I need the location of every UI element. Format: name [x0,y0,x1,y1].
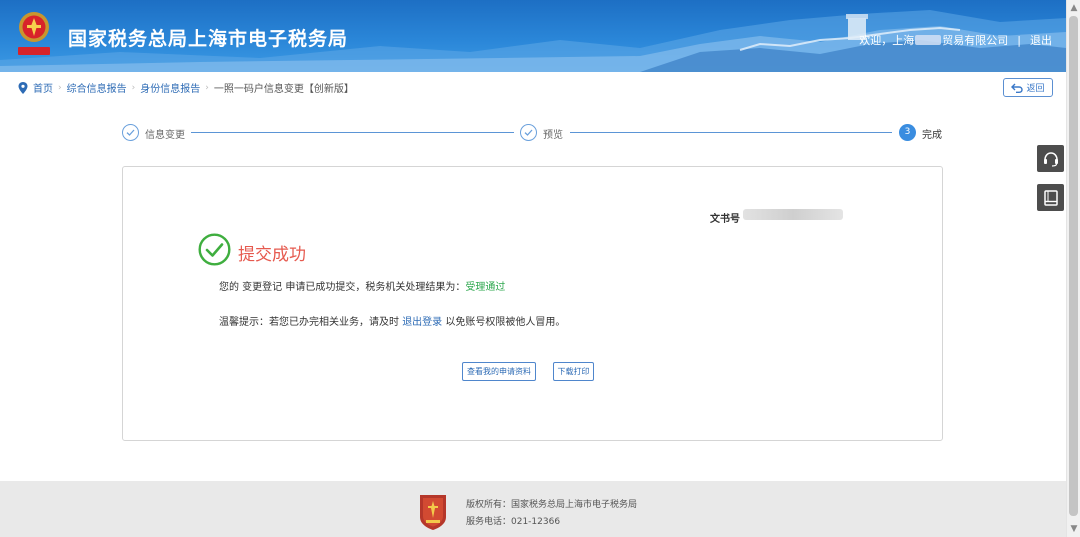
return-arrow-icon [1011,83,1024,93]
success-check-icon [198,233,231,266]
reminder-tip: 温馨提示：若您已办完相关业务，请及时 退出登录 以免账号权限被他人冒用。 [219,313,565,328]
step-2-label: 预览 [543,130,563,141]
site-footer: 版权所有：国家税务总局上海市电子税务局 服务电话：021-12366 [0,481,1066,537]
location-pin-icon [18,81,28,94]
step-2-check-icon [520,124,537,141]
step-1-label: 信息变更 [145,130,185,141]
customer-service-button[interactable] [1037,145,1064,172]
user-manual-button[interactable] [1037,184,1064,211]
vertical-scrollbar[interactable]: ▲ ▼ [1066,0,1080,537]
site-header: 国家税务总局上海市电子税务局 欢迎，上海 贸易有限公司 | 退出 [0,0,1066,72]
welcome-text: 欢迎，上海 [859,34,915,47]
return-button-label: 返回 [1026,84,1045,94]
view-application-button[interactable]: 查看我的申请资料 [462,362,536,381]
breadcrumb: 首页 › 综合信息报告 › 身份信息报告 › 一照一码户信息变更【创新版】 [18,80,354,95]
breadcrumb-comprehensive-report[interactable]: 综合信息报告 [67,80,127,95]
footer-copyright: 版权所有：国家税务总局上海市电子税务局 [466,500,638,510]
step-3-number-badge: 3 [899,124,916,141]
breadcrumb-arrow-icon: › [205,82,209,93]
redacted-company-name [915,35,942,45]
headset-icon [1043,151,1058,167]
logout-link[interactable]: 退出 [1030,32,1052,48]
success-title: 提交成功 [238,245,306,265]
logout-login-link[interactable]: 退出登录 [402,317,442,328]
step-connector-line [191,132,514,133]
footer-hotline: 服务电话：021-12366 [466,517,561,527]
step-connector-line [570,132,892,133]
tax-emblem-logo [18,12,50,55]
reminder-tip-prefix: 温馨提示：若您已办完相关业务，请及时 [219,317,403,328]
header-separator: | [1017,33,1021,47]
company-suffix: 贸易有限公司 [942,34,1009,47]
breadcrumb-current-page: 一照一码户信息变更【创新版】 [213,84,354,95]
result-message: 您的 变更登记 申请已成功提交，税务机关处理结果为：受理通过 [219,278,505,293]
user-area: 欢迎，上海 贸易有限公司 | 退出 [859,32,1052,48]
result-status: 受理通过 [465,282,506,293]
result-message-text: 您的 变更登记 申请已成功提交，税务机关处理结果为： [219,282,466,293]
scroll-up-arrow-icon[interactable]: ▲ [1069,3,1079,13]
site-title: 国家税务总局上海市电子税务局 [68,28,349,50]
step-1-check-icon [122,124,139,141]
breadcrumb-arrow-icon: › [58,82,62,93]
breadcrumb-home[interactable]: 首页 [33,80,53,95]
scroll-thumb[interactable] [1069,16,1078,516]
document-number-label: 文书号 [710,214,740,225]
reminder-tip-suffix: 以免账号权限被他人冒用。 [442,317,566,328]
step-3-label: 完成 [922,130,942,141]
download-print-button[interactable]: 下载打印 [553,362,594,381]
redacted-document-number [743,209,843,220]
submission-result-card: 文书号 提交成功 您的 变更登记 申请已成功提交，税务机关处理结果为：受理通过 … [122,166,943,441]
scroll-down-arrow-icon[interactable]: ▼ [1069,524,1079,534]
breadcrumb-identity-report[interactable]: 身份信息报告 [140,80,200,95]
manual-book-icon [1043,189,1058,206]
return-button[interactable]: 返回 [1003,78,1053,97]
breadcrumb-arrow-icon: › [131,82,136,93]
tax-shield-logo [420,495,446,530]
